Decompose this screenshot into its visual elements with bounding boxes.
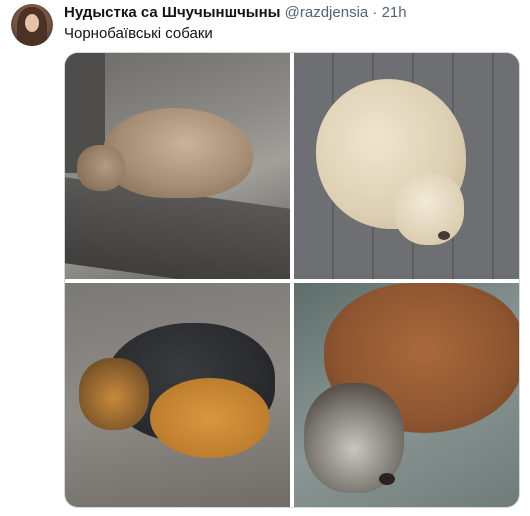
separator-dot: · (372, 4, 378, 21)
photo-3[interactable] (65, 283, 290, 507)
author-avatar[interactable] (11, 4, 53, 46)
tweet-timestamp[interactable]: 21h (382, 4, 407, 21)
author-name[interactable]: Нудыстка са Шчучыншчыны (64, 4, 280, 21)
photo-2[interactable] (294, 53, 519, 279)
tweet-header: Нудыстка са Шчучыншчыны @razdjensia · 21… (64, 4, 407, 22)
photo-1[interactable] (65, 53, 290, 279)
avatar-face (25, 14, 39, 32)
photo-4[interactable] (294, 283, 519, 507)
dog-head (79, 358, 149, 430)
tweet-text: Чорнобаївські собаки (64, 25, 213, 42)
dog-head (394, 173, 464, 245)
dog-belly (150, 378, 270, 458)
dog-body (103, 108, 253, 198)
dog-nose (379, 473, 395, 485)
dog-head (77, 145, 125, 191)
media-grid (64, 52, 520, 508)
dog-nose (438, 231, 450, 240)
author-handle[interactable]: @razdjensia (285, 4, 369, 21)
